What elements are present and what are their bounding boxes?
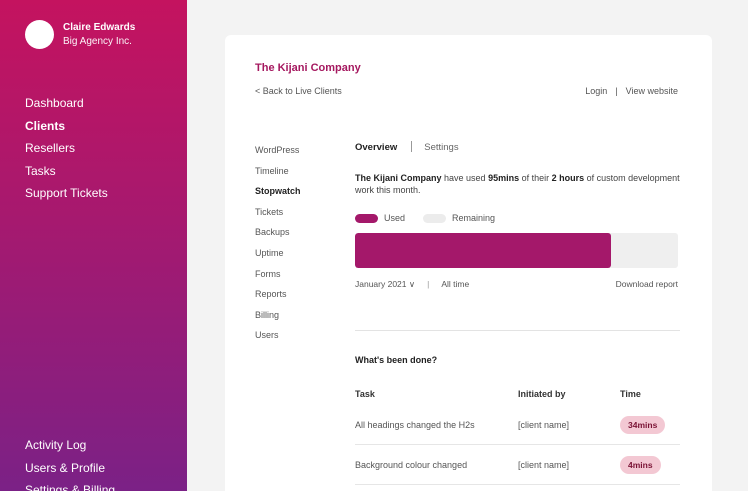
subnav-item-timeline[interactable]: Timeline xyxy=(255,161,301,182)
summary-total: 2 hours xyxy=(551,173,585,183)
usage-summary: The Kijani Company have used 95mins of t… xyxy=(355,172,690,196)
time-badge: 34mins xyxy=(620,415,666,434)
nav-item-dashboard[interactable]: Dashboard xyxy=(25,92,108,115)
usage-progress-fill xyxy=(355,233,611,268)
row-task: Background colour changed xyxy=(355,459,468,470)
view-website-link[interactable]: View website xyxy=(626,86,678,96)
usage-progress-bar xyxy=(355,233,678,268)
row-initiated-by: [client name] xyxy=(518,459,570,470)
usage-legend: Used Remaining xyxy=(355,213,495,223)
summary-text-1: have used xyxy=(441,173,489,183)
subnav-item-wordpress[interactable]: WordPress xyxy=(255,140,301,161)
back-to-live-clients-link[interactable]: < Back to Live Clients xyxy=(255,86,342,96)
legend-remaining-swatch xyxy=(423,213,447,223)
download-report-link[interactable]: Download report xyxy=(616,279,678,289)
nav-item-activity-log[interactable]: Activity Log xyxy=(25,434,115,457)
nav-item-support-tickets[interactable]: Support Tickets xyxy=(25,182,108,205)
subnav-item-users[interactable]: Users xyxy=(255,325,301,346)
legend-used-swatch xyxy=(355,213,378,223)
summary-used: 95mins xyxy=(488,173,520,183)
tab-overview[interactable]: Overview xyxy=(355,142,397,153)
all-time-filter[interactable]: All time xyxy=(441,279,469,289)
nav-item-users-profile[interactable]: Users & Profile xyxy=(25,457,115,480)
row-initiated-by: [client name] xyxy=(518,419,570,430)
stopwatch-tabs: Overview Settings xyxy=(355,141,459,153)
section-divider xyxy=(355,330,680,331)
subnav-item-uptime[interactable]: Uptime xyxy=(255,243,301,264)
row-time-cell: 4mins xyxy=(620,455,680,474)
client-links: Login | View website xyxy=(585,86,678,96)
header-time: Time xyxy=(620,389,641,399)
subnav-item-billing[interactable]: Billing xyxy=(255,305,301,326)
avatar[interactable] xyxy=(25,20,54,49)
table-row[interactable]: Background colour changed [client name] … xyxy=(355,445,680,485)
nav-item-resellers[interactable]: Resellers xyxy=(25,137,108,160)
tab-settings[interactable]: Settings xyxy=(424,142,458,153)
client-subnav: WordPress Timeline Stopwatch Tickets Bac… xyxy=(255,140,301,346)
table-header: Task Initiated by Time xyxy=(355,383,680,405)
sidebar: Claire Edwards Big Agency Inc. Dashboard… xyxy=(0,0,187,491)
header-initiated-by: Initiated by xyxy=(518,389,566,399)
header-task: Task xyxy=(355,389,375,399)
period-filters: January 2021 ∨ | All time xyxy=(355,279,469,290)
tab-divider xyxy=(411,141,413,152)
subnav-item-backups[interactable]: Backups xyxy=(255,222,301,243)
summary-company: The Kijani Company xyxy=(355,173,442,183)
tasks-table: Task Initiated by Time All headings chan… xyxy=(355,383,680,485)
nav-item-settings-billing[interactable]: Settings & Billing xyxy=(25,479,115,491)
filter-separator: | xyxy=(427,279,430,289)
table-row[interactable]: All headings changed the H2s [client nam… xyxy=(355,405,680,445)
legend-remaining-label: Remaining xyxy=(452,213,496,223)
client-card: The Kijani Company < Back to Live Client… xyxy=(225,35,712,491)
nav-item-tasks[interactable]: Tasks xyxy=(25,160,108,183)
whats-been-done-heading: What's been done? xyxy=(355,355,438,365)
page-title: The Kijani Company xyxy=(255,62,361,74)
user-organization: Big Agency Inc. xyxy=(63,36,132,47)
subnav-item-reports[interactable]: Reports xyxy=(255,284,301,305)
time-badge: 4mins xyxy=(620,455,661,474)
legend-used-label: Used xyxy=(384,213,406,223)
month-select[interactable]: January 2021 ∨ xyxy=(355,279,415,289)
link-separator: | xyxy=(615,86,618,96)
subnav-item-stopwatch[interactable]: Stopwatch xyxy=(255,181,301,202)
bottom-nav: Activity Log Users & Profile Settings & … xyxy=(25,434,115,491)
login-link[interactable]: Login xyxy=(585,86,607,96)
user-name: Claire Edwards xyxy=(63,22,136,33)
subnav-item-forms[interactable]: Forms xyxy=(255,264,301,285)
summary-text-2: of their xyxy=(519,173,552,183)
row-time-cell: 34mins xyxy=(620,415,680,434)
main-nav: Dashboard Clients Resellers Tasks Suppor… xyxy=(25,92,108,205)
nav-item-clients[interactable]: Clients xyxy=(25,115,108,138)
subnav-item-tickets[interactable]: Tickets xyxy=(255,202,301,223)
row-task: All headings changed the H2s xyxy=(355,419,475,430)
